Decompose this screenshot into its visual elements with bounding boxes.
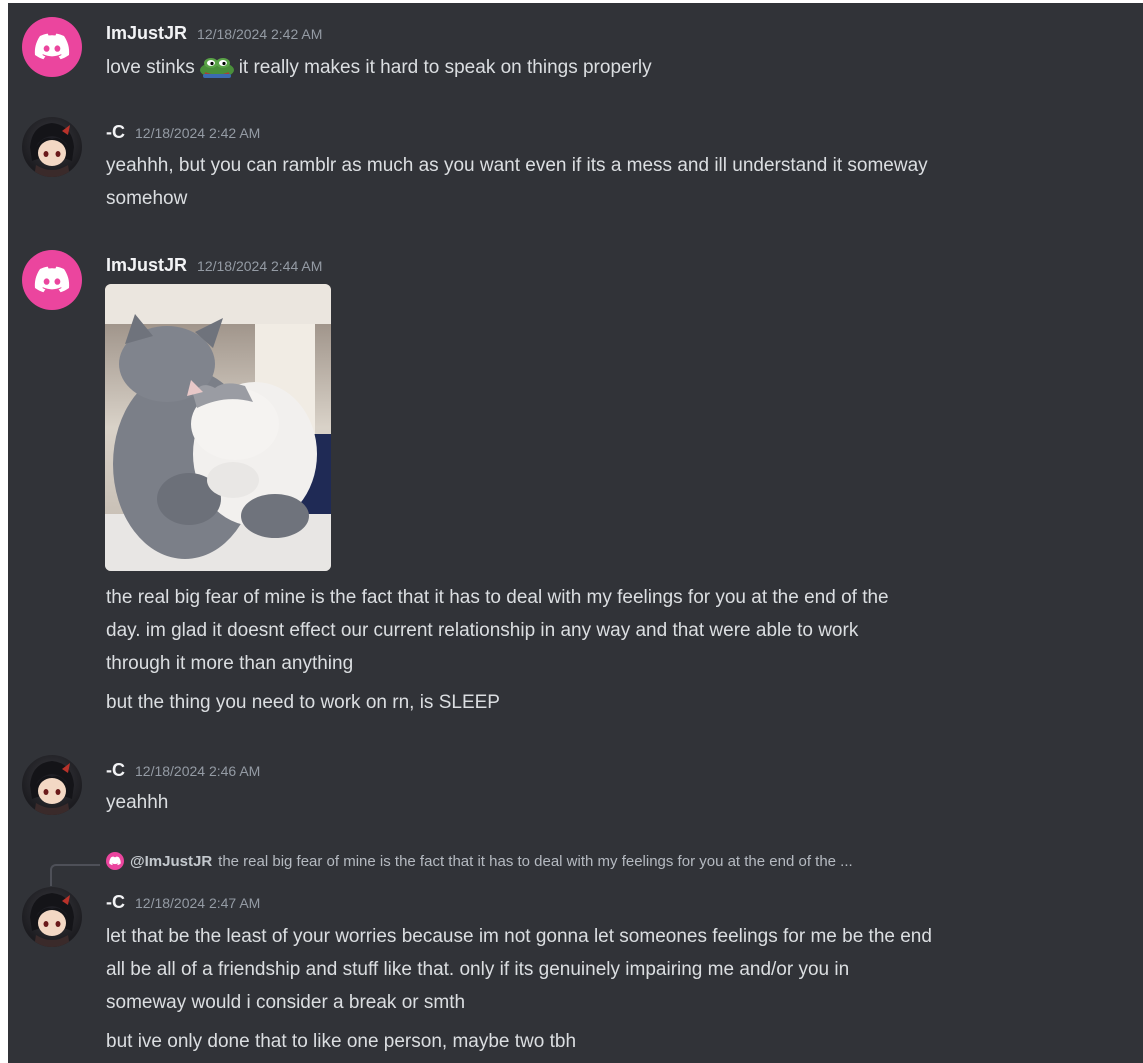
anime-avatar-icon	[30, 893, 74, 947]
username[interactable]: -C	[106, 760, 125, 781]
cat-hug-gif[interactable]	[105, 284, 331, 571]
timestamp: 12/18/2024 2:47 AM	[135, 895, 261, 911]
avatar[interactable]	[22, 250, 82, 310]
message-text: the real big fear of mine is the fact th…	[106, 587, 889, 608]
anime-avatar-icon	[30, 761, 74, 815]
cat-hug-image	[105, 284, 331, 571]
timestamp: 12/18/2024 2:42 AM	[197, 26, 323, 42]
timestamp: 12/18/2024 2:42 AM	[135, 125, 261, 141]
discord-logo-icon	[106, 852, 124, 870]
reply-preview[interactable]: @ImJustJR the real big fear of mine is t…	[106, 852, 853, 870]
reply-mention[interactable]: @ImJustJR	[130, 853, 212, 870]
message-text: all be all of a friendship and stuff lik…	[106, 959, 850, 980]
message-text: yeahhh, but you can ramblr as much as yo…	[106, 155, 928, 176]
avatar[interactable]	[22, 887, 82, 947]
discord-logo-icon	[34, 33, 70, 60]
message-text: love stinks it really makes it hard to s…	[106, 51, 1116, 84]
message-text: but the thing you need to work on rn, is…	[106, 692, 500, 713]
avatar[interactable]	[22, 117, 82, 177]
message-text: somehow	[106, 188, 188, 209]
message-text-part: it really makes it hard to speak on thin…	[238, 57, 652, 78]
avatar[interactable]	[22, 755, 82, 815]
chat-log: ImJustJR 12/18/2024 2:42 AM love stinks …	[8, 3, 1143, 1063]
username[interactable]: -C	[106, 892, 125, 913]
timestamp: 12/18/2024 2:46 AM	[135, 763, 261, 779]
username[interactable]: -C	[106, 122, 125, 143]
message-text: yeahhh	[106, 792, 169, 813]
message-text: but ive only done that to like one perso…	[106, 1031, 577, 1052]
message-text: through it more than anything	[106, 653, 354, 674]
reply-text: the real big fear of mine is the fact th…	[218, 852, 853, 870]
avatar[interactable]	[22, 17, 82, 77]
message-text: let that be the least of your worries be…	[106, 926, 932, 947]
anime-avatar-icon	[30, 123, 74, 177]
username[interactable]: ImJustJR	[106, 255, 187, 276]
username[interactable]: ImJustJR	[106, 23, 187, 44]
pepe-emoji-icon	[199, 58, 234, 78]
message-text-part: love stinks	[106, 57, 195, 78]
message-text: day. im glad it doesnt effect our curren…	[106, 620, 859, 641]
timestamp: 12/18/2024 2:44 AM	[197, 258, 323, 274]
reply-spine	[50, 864, 100, 886]
message-text: someway would i consider a break or smth	[106, 992, 466, 1013]
discord-logo-icon	[34, 266, 70, 293]
